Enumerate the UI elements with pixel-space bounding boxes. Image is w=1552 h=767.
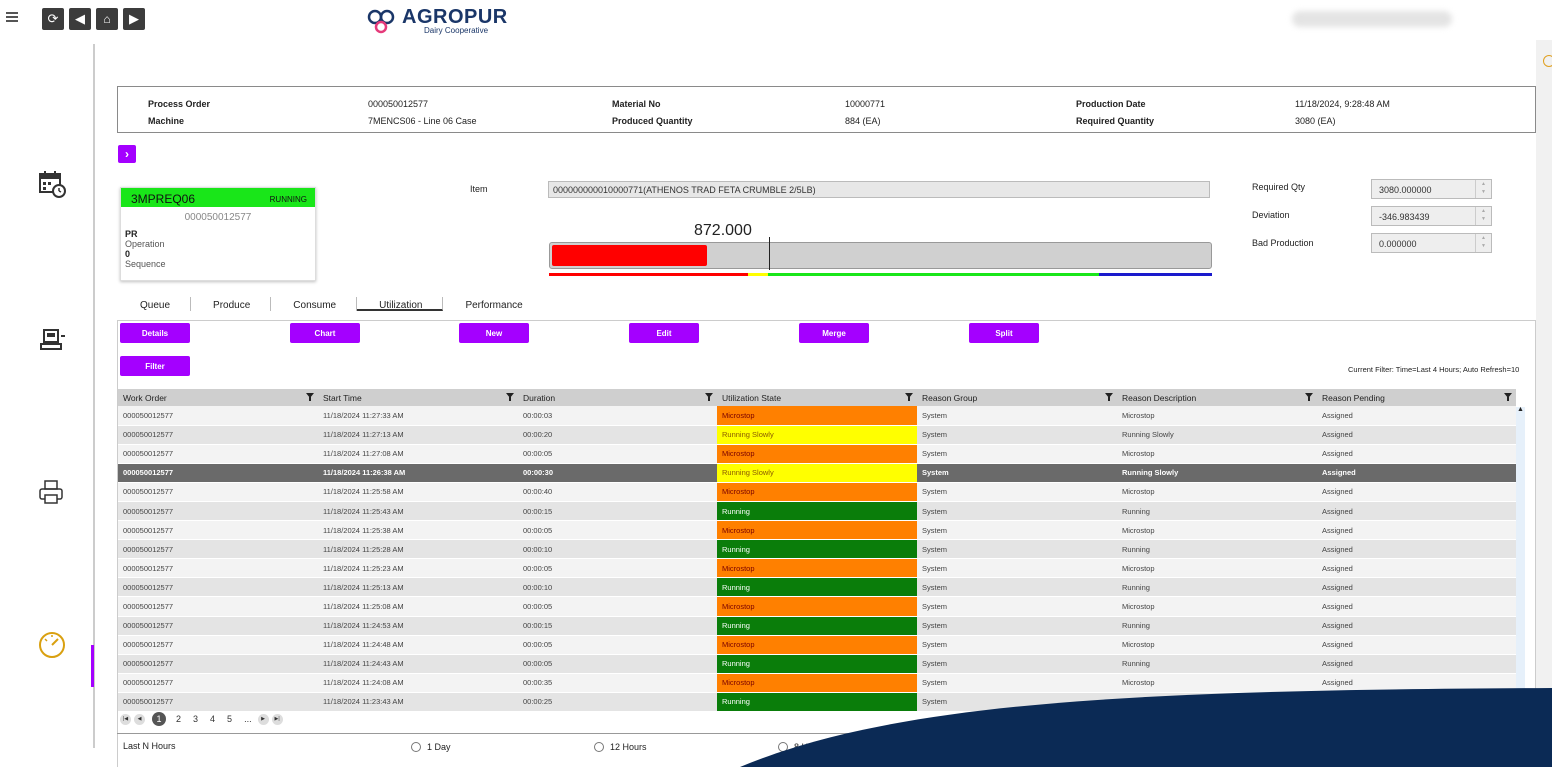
decorative-swoosh [740, 688, 1552, 767]
